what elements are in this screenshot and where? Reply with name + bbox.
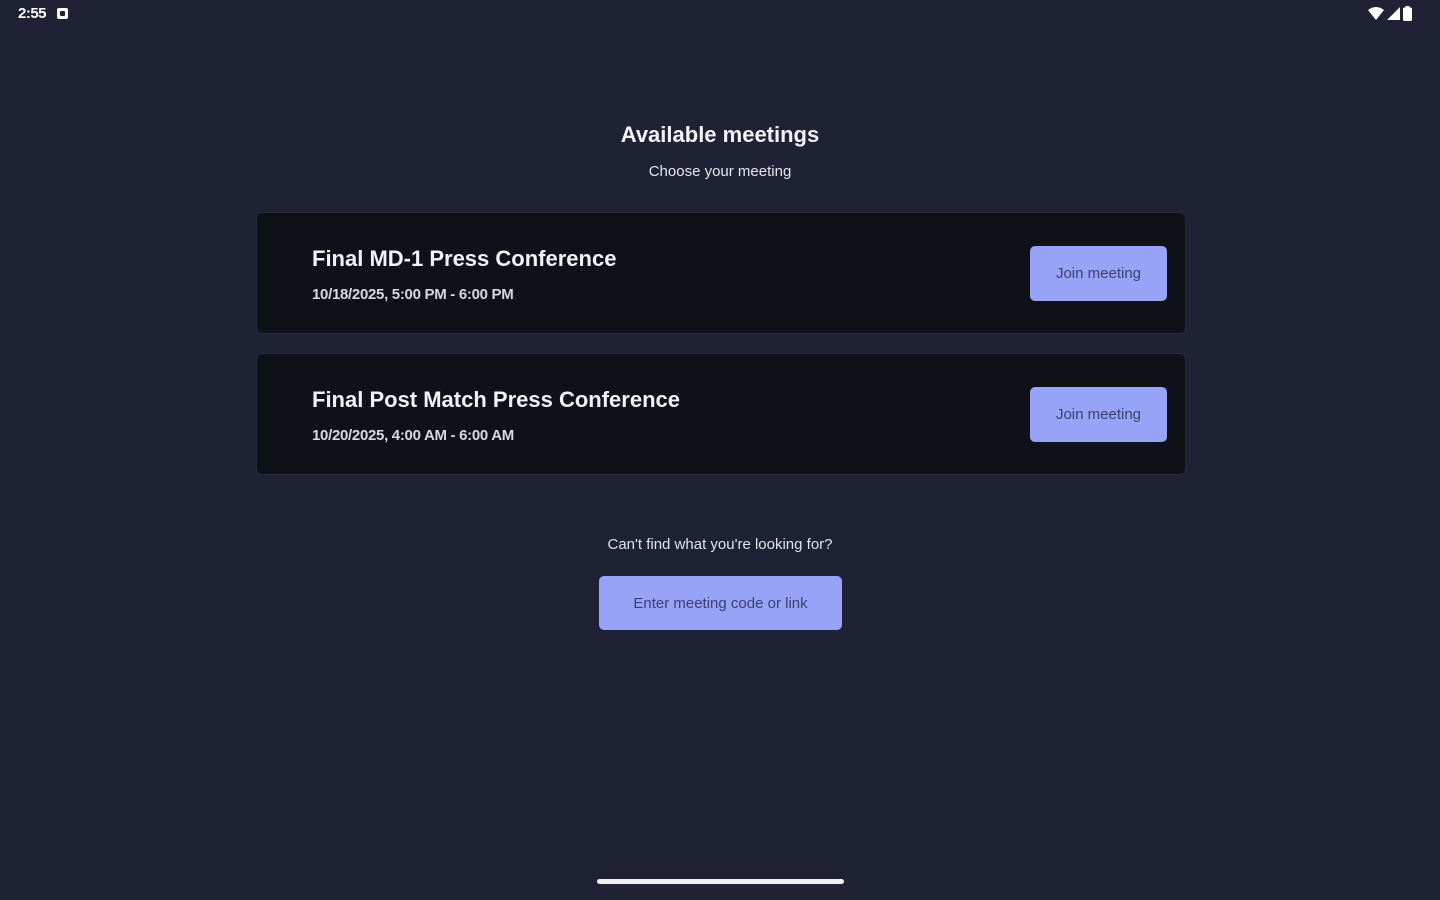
meeting-card: Final Post Match Press Conference 10/20/… — [256, 353, 1186, 475]
meeting-card: Final MD-1 Press Conference 10/18/2025, … — [256, 212, 1186, 334]
page-subtitle: Choose your meeting — [648, 163, 792, 180]
meetings-screen: 2:55 Available meetings Choose your meet… — [0, 0, 1440, 900]
meeting-list: Final MD-1 Press Conference 10/18/2025, … — [256, 212, 1186, 494]
page-title: Available meetings — [620, 122, 820, 147]
notification-icon — [57, 8, 68, 19]
meeting-title: Final Post Match Press Conference — [312, 387, 680, 412]
join-meeting-button[interactable]: Join meeting — [1030, 246, 1167, 301]
enter-meeting-code-button[interactable]: Enter meeting code or link — [599, 576, 842, 630]
system-icons — [1368, 6, 1412, 21]
battery-icon — [1403, 6, 1412, 21]
status-time: 2:55 — [18, 5, 47, 22]
signal-icon — [1387, 7, 1400, 20]
wifi-icon — [1368, 7, 1384, 20]
join-meeting-button[interactable]: Join meeting — [1030, 387, 1167, 442]
meeting-time: 10/18/2025, 5:00 PM - 6:00 PM — [312, 286, 514, 303]
help-text: Can't find what you're looking for? — [607, 536, 833, 553]
navigation-gesture-bar[interactable] — [597, 879, 844, 884]
meeting-title: Final MD-1 Press Conference — [312, 246, 617, 271]
status-bar: 2:55 — [0, 0, 1440, 28]
meeting-time: 10/20/2025, 4:00 AM - 6:00 AM — [312, 427, 514, 444]
